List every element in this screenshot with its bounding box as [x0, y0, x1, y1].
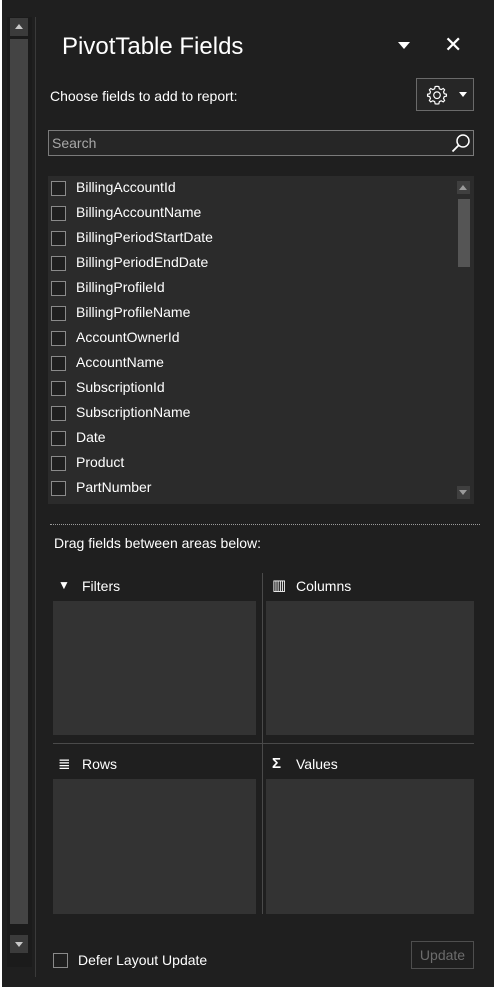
- rows-drop-zone[interactable]: [53, 779, 256, 914]
- field-checkbox[interactable]: [51, 306, 66, 321]
- field-label: BillingAccountName: [76, 204, 202, 220]
- columns-drop-zone[interactable]: [266, 601, 474, 735]
- field-item[interactable]: BillingPeriodStartDate: [48, 226, 448, 251]
- filter-icon: ▼: [58, 578, 70, 592]
- scrollbar-thumb[interactable]: [458, 199, 470, 267]
- filters-drop-zone[interactable]: [53, 601, 256, 735]
- field-checkbox[interactable]: [51, 331, 66, 346]
- field-label: AccountName: [76, 354, 164, 370]
- field-item[interactable]: BillingProfileName: [48, 301, 448, 326]
- defer-layout-label[interactable]: Defer Layout Update: [78, 952, 207, 968]
- field-list: BillingAccountId BillingAccountName Bill…: [48, 176, 474, 504]
- area-divider-horizontal: [53, 743, 474, 744]
- field-item[interactable]: AccountName: [48, 351, 448, 376]
- field-checkbox[interactable]: [51, 206, 66, 221]
- field-item[interactable]: BillingAccountName: [48, 201, 448, 226]
- drag-fields-label: Drag fields between areas below:: [54, 535, 262, 551]
- update-button[interactable]: Update: [411, 941, 474, 969]
- field-checkbox[interactable]: [51, 281, 66, 296]
- field-checkbox[interactable]: [51, 181, 66, 196]
- section-separator: [50, 524, 480, 525]
- scroll-up-arrow-icon[interactable]: [457, 181, 470, 194]
- filters-area-label: Filters: [82, 578, 121, 594]
- values-area-label: Values: [296, 756, 338, 772]
- field-label: BillingProfileName: [76, 304, 191, 320]
- scrollbar-thumb[interactable]: [10, 39, 28, 924]
- field-item[interactable]: SubscriptionName: [48, 401, 448, 426]
- left-scrollbar[interactable]: [7, 17, 32, 967]
- rows-icon: ≣: [58, 756, 71, 773]
- field-label: SubscriptionName: [76, 404, 191, 420]
- chevron-down-icon: [459, 92, 467, 97]
- pane-title: PivotTable Fields: [62, 33, 244, 60]
- scroll-down-arrow-icon[interactable]: [10, 935, 28, 953]
- close-icon[interactable]: ✕: [444, 32, 462, 58]
- rows-area-label: Rows: [82, 756, 118, 772]
- columns-icon: ▥: [272, 577, 287, 594]
- field-label: BillingAccountId: [76, 179, 176, 195]
- field-label: AccountOwnerId: [76, 329, 180, 345]
- field-item[interactable]: PartNumber: [48, 476, 448, 501]
- scroll-down-arrow-icon[interactable]: [457, 486, 470, 499]
- field-label: BillingPeriodEndDate: [76, 254, 209, 270]
- defer-layout-checkbox[interactable]: [53, 953, 68, 968]
- search-input[interactable]: [49, 131, 450, 155]
- tools-settings-button[interactable]: [416, 78, 474, 111]
- field-checkbox[interactable]: [51, 406, 66, 421]
- field-item[interactable]: BillingAccountId: [48, 176, 448, 201]
- field-label: PartNumber: [76, 479, 152, 495]
- search-box[interactable]: [48, 130, 474, 156]
- field-checkbox[interactable]: [51, 231, 66, 246]
- search-icon[interactable]: [451, 133, 471, 153]
- field-label: Date: [76, 429, 106, 445]
- field-item[interactable]: BillingProfileId: [48, 276, 448, 301]
- field-label: BillingProfileId: [76, 279, 165, 295]
- pane-options-dropdown-icon[interactable]: [398, 42, 410, 49]
- field-checkbox[interactable]: [51, 481, 66, 496]
- values-drop-zone[interactable]: [266, 779, 474, 914]
- field-item[interactable]: SubscriptionId: [48, 376, 448, 401]
- field-item[interactable]: Date: [48, 426, 448, 451]
- pane-divider: [35, 17, 36, 977]
- scroll-up-arrow-icon[interactable]: [10, 18, 28, 36]
- columns-area-label: Columns: [296, 578, 352, 594]
- field-item[interactable]: AccountOwnerId: [48, 326, 448, 351]
- field-checkbox[interactable]: [51, 431, 66, 446]
- field-checkbox[interactable]: [51, 456, 66, 471]
- field-list-scrollbar[interactable]: [452, 176, 474, 504]
- gear-icon: [426, 85, 448, 105]
- field-item[interactable]: BillingPeriodEndDate: [48, 251, 448, 276]
- field-label: SubscriptionId: [76, 379, 165, 395]
- field-checkbox[interactable]: [51, 256, 66, 271]
- field-checkbox[interactable]: [51, 381, 66, 396]
- sigma-icon: Σ: [272, 755, 282, 772]
- field-item[interactable]: Product: [48, 451, 448, 476]
- field-label: Product: [76, 454, 125, 470]
- choose-fields-label: Choose fields to add to report:: [50, 88, 238, 104]
- field-label: BillingPeriodStartDate: [76, 229, 213, 245]
- field-checkbox[interactable]: [51, 356, 66, 371]
